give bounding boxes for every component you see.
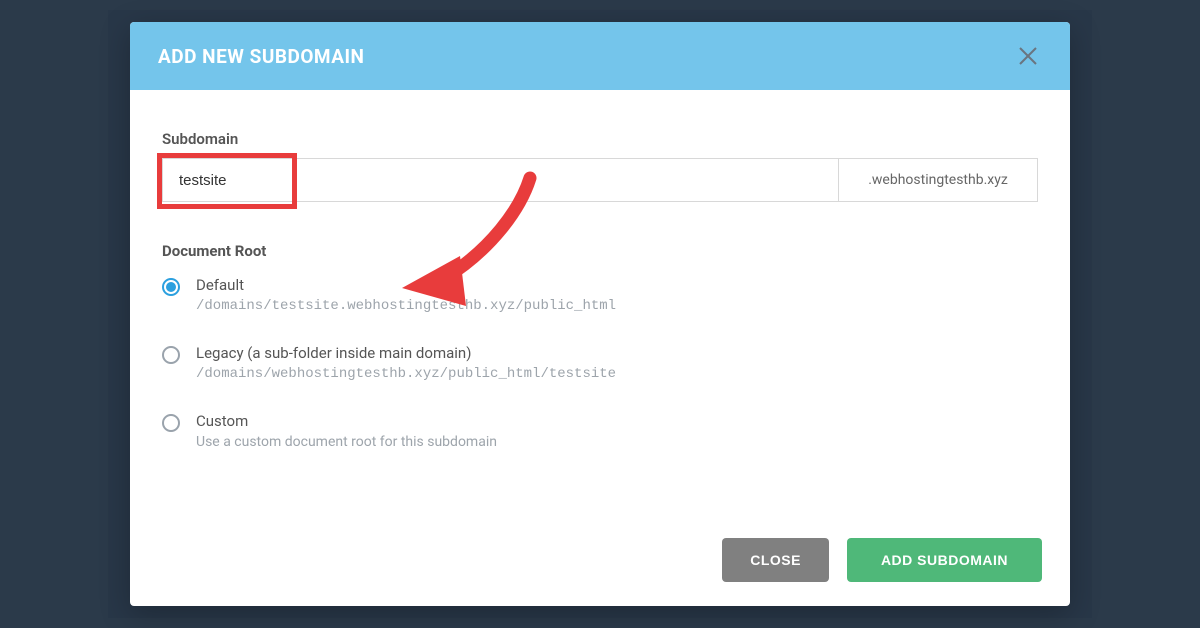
radio-path: /domains/webhostingtesthb.xyz/public_htm…: [196, 366, 1038, 382]
radio-title: Default: [196, 276, 1038, 294]
radio-text: Legacy (a sub-folder inside main domain)…: [196, 344, 1038, 382]
document-root-label: Document Root: [162, 242, 1038, 260]
radio-title: Custom: [196, 412, 1038, 430]
modal-footer: CLOSE ADD SUBDOMAIN: [130, 528, 1070, 606]
radio-text: Default /domains/testsite.webhostingtest…: [196, 276, 1038, 314]
radio-icon[interactable]: [162, 414, 180, 432]
modal-header: ADD NEW SUBDOMAIN: [130, 22, 1070, 90]
subdomain-row: .webhostingtesthb.xyz: [162, 158, 1038, 202]
docroot-option-default[interactable]: Default /domains/testsite.webhostingtest…: [162, 276, 1038, 314]
modal-body: Subdomain .webhostingtesthb.xyz Document…: [130, 90, 1070, 528]
add-subdomain-button[interactable]: ADD SUBDOMAIN: [847, 538, 1042, 582]
add-subdomain-modal: ADD NEW SUBDOMAIN Subdomain .webhostingt…: [130, 22, 1070, 606]
radio-path: /domains/testsite.webhostingtesthb.xyz/p…: [196, 298, 1038, 314]
radio-text: Custom Use a custom document root for th…: [196, 412, 1038, 450]
close-icon[interactable]: [1014, 42, 1042, 70]
docroot-option-custom[interactable]: Custom Use a custom document root for th…: [162, 412, 1038, 450]
radio-desc: Use a custom document root for this subd…: [196, 434, 1038, 450]
subdomain-input[interactable]: [163, 159, 838, 201]
radio-title: Legacy (a sub-folder inside main domain): [196, 344, 1038, 362]
docroot-option-legacy[interactable]: Legacy (a sub-folder inside main domain)…: [162, 344, 1038, 382]
document-root-options: Default /domains/testsite.webhostingtest…: [162, 276, 1038, 450]
domain-suffix: .webhostingtesthb.xyz: [838, 158, 1038, 202]
radio-icon[interactable]: [162, 278, 180, 296]
radio-icon[interactable]: [162, 346, 180, 364]
subdomain-input-wrap: [162, 158, 838, 202]
close-button[interactable]: CLOSE: [722, 538, 829, 582]
modal-title: ADD NEW SUBDOMAIN: [158, 45, 364, 68]
subdomain-label: Subdomain: [162, 130, 1038, 148]
